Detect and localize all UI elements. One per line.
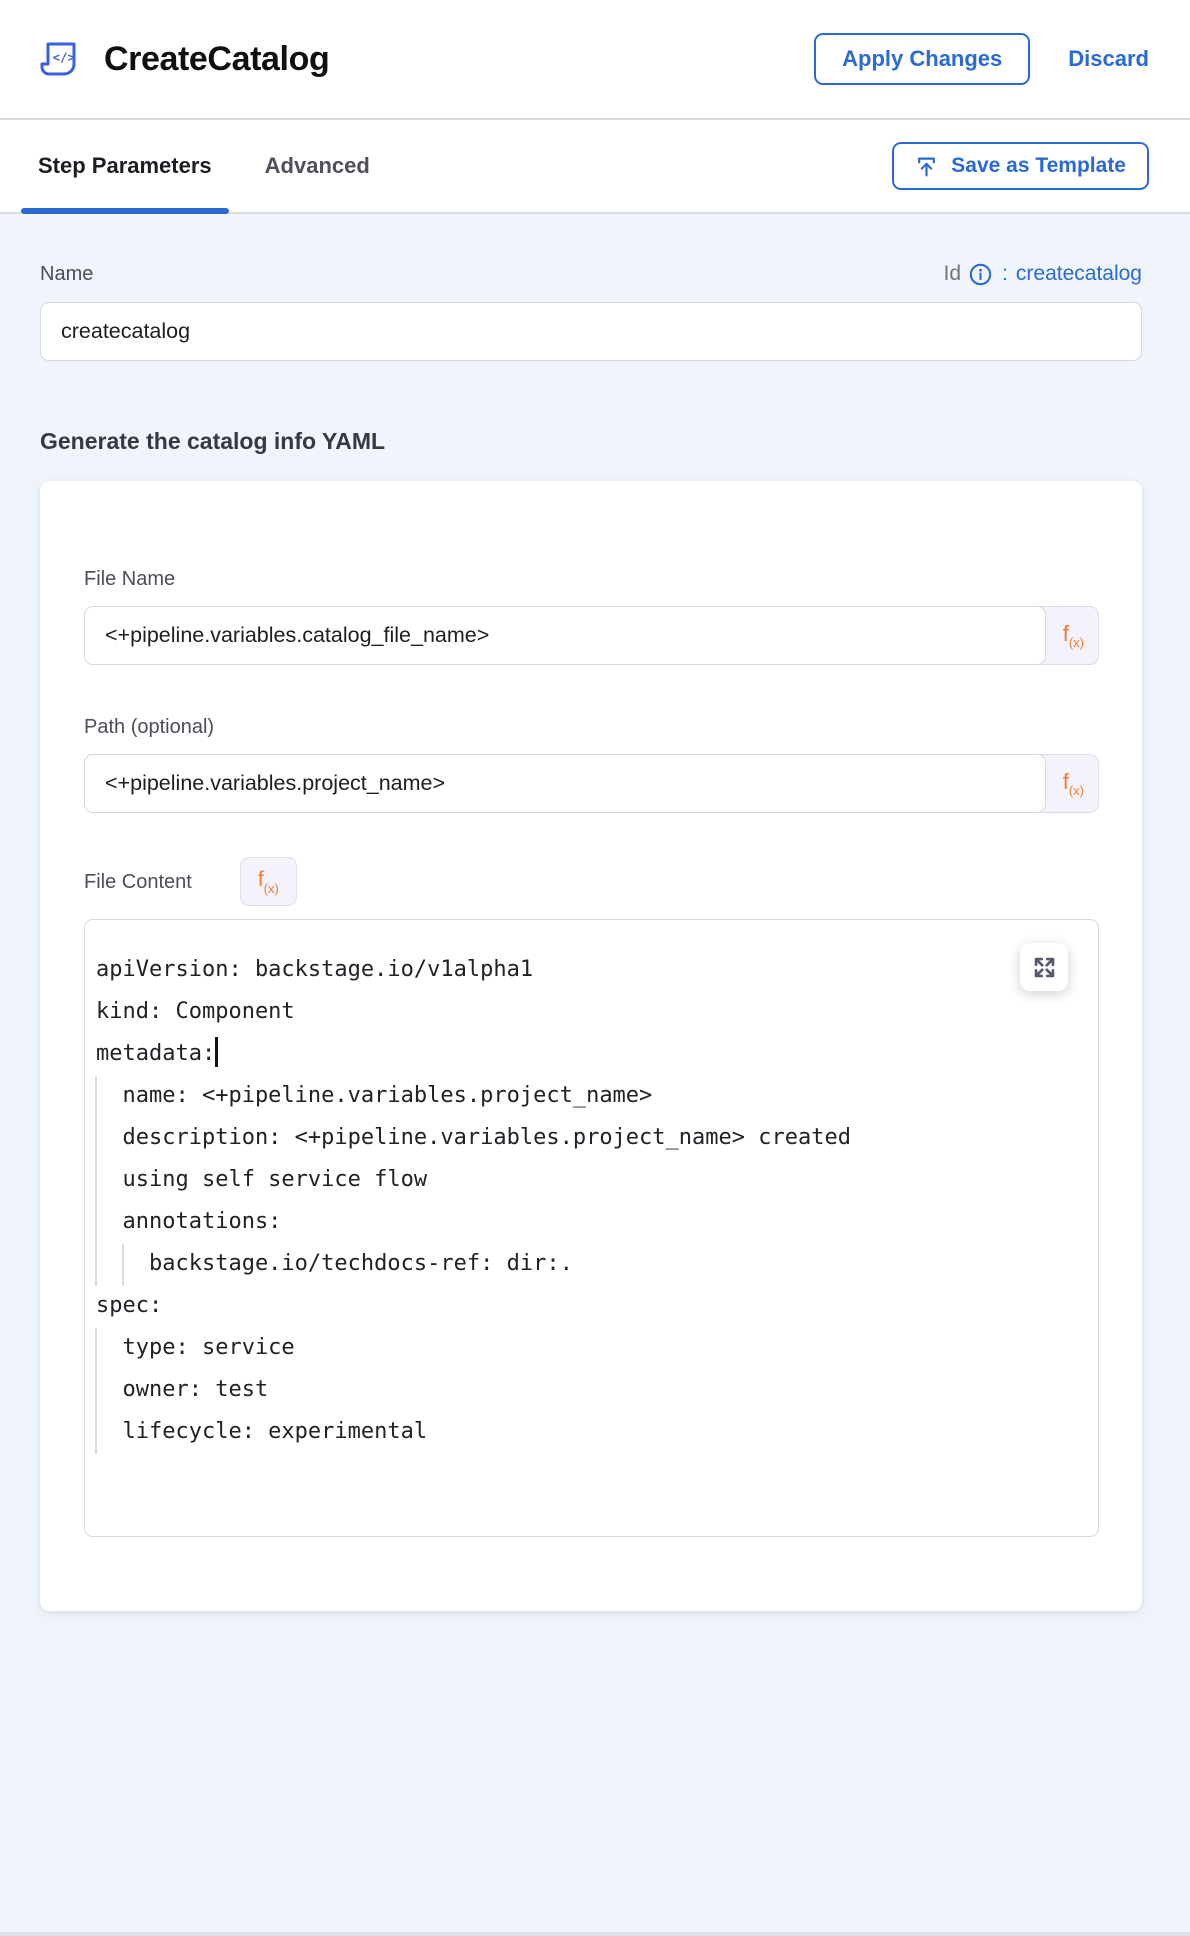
code-line: metadata:	[96, 1033, 1078, 1075]
step-config-header: </> CreateCatalog Apply Changes Discard	[0, 0, 1190, 120]
file-content-fx-button[interactable]: f(x)	[240, 857, 297, 906]
upload-icon	[915, 155, 938, 178]
file-name-input[interactable]	[84, 606, 1046, 665]
code-line: type: service	[96, 1327, 1078, 1369]
id-separator: :	[1002, 262, 1008, 286]
save-as-template-button[interactable]: Save as Template	[892, 142, 1149, 190]
step-fields-card: File Name f(x) Path (optional) f(x) File…	[40, 481, 1142, 1611]
discard-button[interactable]: Discard	[1068, 46, 1149, 72]
name-input[interactable]	[40, 302, 1142, 361]
code-line: name: <+pipeline.variables.project_name>	[96, 1075, 1078, 1117]
svg-text:</>: </>	[53, 50, 76, 65]
path-label: Path (optional)	[84, 715, 1099, 739]
code-content: apiVersion: backstage.io/v1alpha1kind: C…	[85, 920, 1098, 1453]
expand-arrows-icon	[1031, 954, 1058, 981]
code-line: spec:	[96, 1285, 1078, 1327]
indent-guide	[95, 1328, 97, 1454]
code-line: lifecycle: experimental	[96, 1411, 1078, 1453]
tab-step-parameters-label: Step Parameters	[38, 153, 212, 179]
path-input[interactable]	[84, 754, 1046, 813]
code-line: owner: test	[96, 1369, 1078, 1411]
section-heading: Generate the catalog info YAML	[40, 427, 1142, 455]
code-line: using self service flow	[96, 1159, 1078, 1201]
tab-bar: Step Parameters Advanced Save as Templat…	[0, 120, 1190, 214]
bottom-edge	[0, 1932, 1190, 1936]
code-line: annotations:	[96, 1201, 1078, 1243]
script-code-icon: </>	[36, 36, 82, 82]
step-parameters-panel: Name Id : createcatalog Generate the cat…	[0, 214, 1190, 1932]
name-label: Name	[40, 263, 93, 286]
expand-editor-button[interactable]	[1020, 943, 1068, 991]
id-label: Id	[944, 262, 962, 286]
fx-icon: f(x)	[1063, 623, 1084, 648]
file-name-label: File Name	[84, 567, 1099, 591]
fx-icon: f(x)	[1063, 771, 1084, 796]
code-line: backstage.io/techdocs-ref: dir:.	[96, 1243, 1078, 1285]
file-content-editor[interactable]: apiVersion: backstage.io/v1alpha1kind: C…	[84, 919, 1099, 1537]
text-cursor	[215, 1037, 218, 1067]
page-title: CreateCatalog	[104, 40, 329, 79]
save-as-template-label: Save as Template	[951, 154, 1126, 178]
step-id-group: Id : createcatalog	[944, 262, 1142, 286]
code-line: kind: Component	[96, 991, 1078, 1033]
code-line: apiVersion: backstage.io/v1alpha1	[96, 949, 1078, 991]
indent-guide	[95, 1076, 97, 1286]
step-id-value[interactable]: createcatalog	[1016, 262, 1142, 286]
indent-guide	[122, 1244, 124, 1286]
tab-step-parameters[interactable]: Step Parameters	[21, 120, 229, 212]
tab-advanced-label: Advanced	[265, 153, 370, 179]
file-content-label: File Content	[84, 870, 192, 894]
tab-advanced[interactable]: Advanced	[248, 120, 387, 212]
fx-icon: f(x)	[258, 869, 279, 893]
info-icon[interactable]	[969, 263, 992, 286]
apply-changes-button[interactable]: Apply Changes	[814, 33, 1030, 85]
code-line: description: <+pipeline.variables.projec…	[96, 1117, 1078, 1159]
